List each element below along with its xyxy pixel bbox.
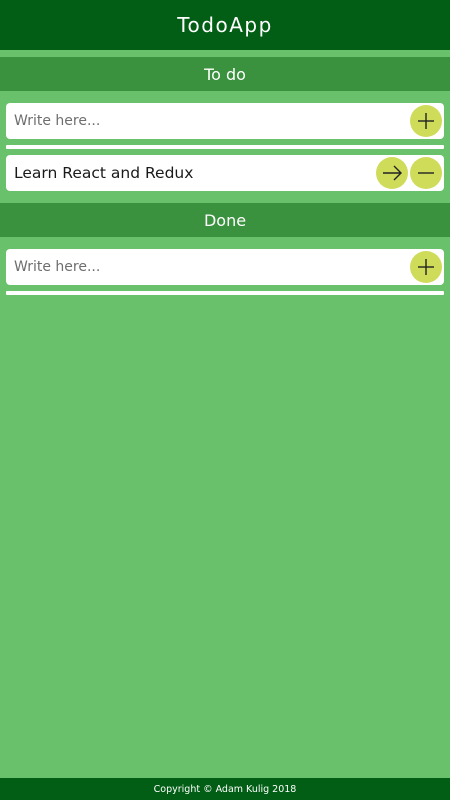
app-title: TodoApp bbox=[177, 13, 273, 37]
todo-new-item-row bbox=[6, 103, 444, 139]
plus-icon bbox=[418, 259, 434, 275]
move-to-done-button[interactable] bbox=[376, 157, 408, 189]
todo-section-title: To do bbox=[204, 64, 246, 84]
todo-section-header: To do bbox=[0, 57, 450, 91]
plus-icon bbox=[418, 113, 434, 129]
done-section-title: Done bbox=[203, 210, 247, 230]
todo-item-row: Learn React and Redux bbox=[6, 155, 444, 191]
todo-item-text: Learn React and Redux bbox=[14, 164, 194, 182]
minus-icon bbox=[418, 172, 434, 174]
done-divider bbox=[6, 291, 444, 295]
remove-item-button[interactable] bbox=[410, 157, 442, 189]
todo-add-button[interactable] bbox=[410, 105, 442, 137]
arrow-right-icon bbox=[383, 165, 402, 181]
copyright-text: Copyright © Adam Kulig 2018 bbox=[153, 783, 297, 795]
app-footer: Copyright © Adam Kulig 2018 bbox=[0, 778, 450, 800]
done-add-button[interactable] bbox=[410, 251, 442, 283]
todo-divider bbox=[6, 145, 444, 149]
todo-new-item-input[interactable] bbox=[14, 103, 404, 139]
app-header: TodoApp bbox=[0, 0, 450, 50]
done-new-item-input[interactable] bbox=[14, 249, 404, 285]
done-new-item-row bbox=[6, 249, 444, 285]
todo-app: TodoApp To do Learn React and Redux bbox=[0, 0, 450, 800]
done-section-header: Done bbox=[0, 203, 450, 237]
